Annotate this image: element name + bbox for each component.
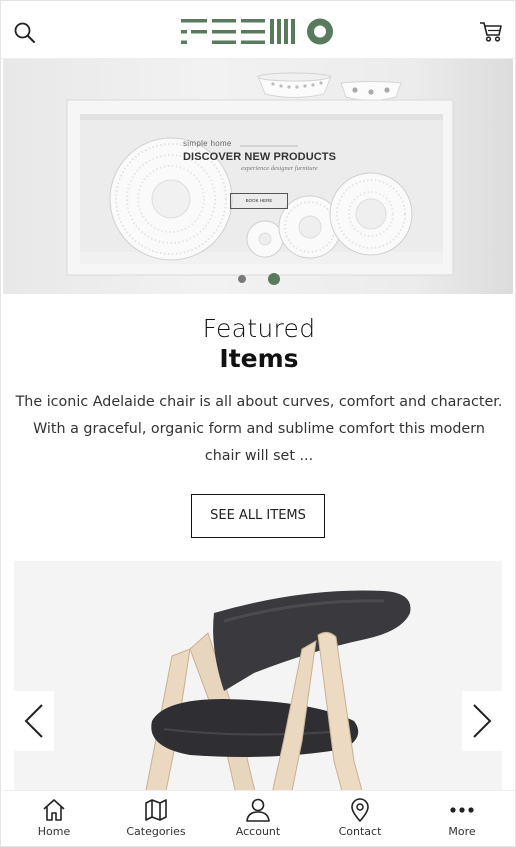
chevron-left-icon (24, 704, 43, 738)
hero-shelf-illustration (66, 72, 454, 276)
hero-text-block: simple home DISCOVER NEW PRODUCTS experi… (183, 139, 363, 172)
search-icon[interactable] (13, 21, 37, 45)
featured-title: Featured (202, 314, 316, 343)
hero-title: DISCOVER NEW PRODUCTS (183, 151, 337, 163)
bottom-navigation: Home Categories Account Contact More (3, 790, 515, 846)
nav-item-contact[interactable]: Contact (309, 791, 411, 846)
nav-label-home: Home (37, 825, 71, 838)
cart-icon[interactable] (479, 21, 503, 43)
app-frame: simple home DISCOVER NEW PRODUCTS experi… (0, 0, 516, 847)
hero-subtitle: experience designer furniture (241, 165, 318, 172)
nav-item-home[interactable]: Home (3, 791, 105, 846)
featured-title-bold: Items (219, 344, 299, 373)
home-icon (41, 797, 67, 823)
top-header (1, 1, 515, 59)
user-icon (245, 797, 271, 823)
hero-banner[interactable]: simple home DISCOVER NEW PRODUCTS experi… (3, 59, 513, 294)
chevron-right-icon (473, 704, 492, 738)
hero-kicker: simple home (183, 139, 232, 148)
carousel-dot-1[interactable] (238, 275, 246, 283)
nav-label-categories: Categories (126, 825, 186, 838)
location-pin-icon (347, 797, 373, 823)
hero-book-button[interactable]: BOOK HERE (230, 193, 288, 209)
nav-label-account: Account (235, 825, 281, 838)
nav-label-contact: Contact (338, 825, 382, 838)
map-icon (143, 797, 169, 823)
carousel-dot-2-active[interactable] (268, 273, 280, 285)
brand-logo[interactable] (181, 16, 336, 48)
product-image-carousel[interactable] (14, 561, 502, 821)
more-dots-icon (449, 797, 475, 823)
nav-item-more[interactable]: More (411, 791, 513, 846)
carousel-prev-button[interactable] (14, 691, 54, 751)
nav-item-categories[interactable]: Categories (105, 791, 207, 846)
see-all-items-button[interactable]: SEE ALL ITEMS (191, 494, 325, 538)
nav-item-account[interactable]: Account (207, 791, 309, 846)
nav-label-more: More (448, 825, 476, 838)
chair-image (139, 590, 411, 821)
carousel-next-button[interactable] (462, 691, 502, 751)
featured-description: The iconic Adelaide chair is all about c… (15, 394, 503, 464)
